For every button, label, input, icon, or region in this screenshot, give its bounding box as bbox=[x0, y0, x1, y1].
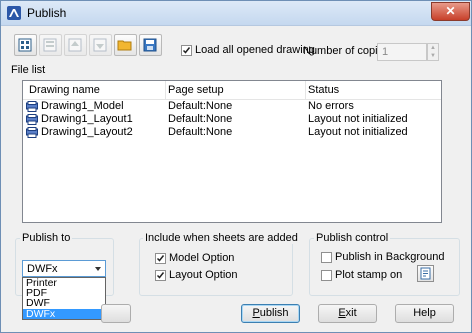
status-cell: No errors bbox=[308, 100, 354, 112]
add-sheets-icon bbox=[18, 38, 32, 52]
layout-option-checkbox[interactable] bbox=[155, 270, 166, 281]
include-options-group bbox=[139, 238, 293, 296]
load-all-checkbox[interactable] bbox=[181, 45, 192, 56]
title-bar[interactable]: Publish ✕ bbox=[1, 1, 471, 26]
spin-down-icon[interactable]: ▼ bbox=[428, 52, 438, 60]
plot-stamp-label: Plot stamp on bbox=[335, 269, 403, 281]
publish-button[interactable]: Publish bbox=[241, 304, 300, 323]
load-all-label: Load all opened drawing bbox=[195, 44, 315, 56]
publish-control-group bbox=[309, 238, 460, 296]
file-list-title: File list bbox=[11, 64, 46, 76]
status-cell: Layout not initialized bbox=[308, 113, 408, 125]
table-row[interactable]: Drawing1_Layout1 Default:None Layout not… bbox=[23, 113, 441, 126]
stamp-settings-icon bbox=[420, 267, 431, 280]
option-dwf[interactable]: DWF bbox=[23, 298, 105, 309]
publish-to-title: Publish to bbox=[20, 232, 73, 244]
option-dwfx[interactable]: DWFx bbox=[23, 309, 105, 319]
publish-mnemonic: P bbox=[252, 307, 260, 319]
publish-to-dropdown-list[interactable]: Printer PDF DWF DWFx bbox=[22, 277, 106, 320]
page-setup-cell: Default:None bbox=[168, 126, 233, 138]
plot-stamp-settings-button[interactable] bbox=[417, 265, 434, 282]
model-option-label: Model Option bbox=[169, 252, 235, 264]
save-list-icon bbox=[143, 38, 157, 52]
save-list-button[interactable] bbox=[139, 34, 162, 56]
publish-label-rest: ublish bbox=[259, 307, 289, 319]
drawing-name-cell: Drawing1_Layout2 bbox=[41, 126, 133, 138]
spin-up-icon[interactable]: ▲ bbox=[428, 44, 438, 52]
checkmark-icon bbox=[182, 47, 191, 54]
move-down-button[interactable] bbox=[89, 34, 112, 56]
exit-label-rest: xit bbox=[345, 307, 357, 319]
copies-input[interactable]: 1 bbox=[377, 43, 427, 61]
close-button[interactable]: ✕ bbox=[431, 2, 470, 21]
drawing-name-cell: Drawing1_Layout1 bbox=[41, 113, 133, 125]
include-options-title: Include when sheets are added bbox=[143, 232, 300, 244]
open-list-button[interactable] bbox=[114, 34, 137, 56]
column-divider[interactable] bbox=[165, 81, 166, 99]
layout-option-label: Layout Option bbox=[169, 269, 238, 281]
exit-mnemonic: E bbox=[338, 307, 346, 319]
chevron-down-icon[interactable] bbox=[95, 267, 101, 271]
drawing-name-cell: Drawing1_Model bbox=[41, 100, 124, 112]
add-sheets-button[interactable] bbox=[14, 34, 37, 56]
help-button[interactable]: Help bbox=[395, 304, 454, 323]
remove-sheets-icon bbox=[43, 38, 57, 52]
open-folder-icon bbox=[117, 40, 132, 51]
list-header: Drawing name Page setup Status bbox=[23, 81, 441, 100]
publish-to-select[interactable]: DWFx bbox=[22, 260, 106, 277]
page-setup-cell: Default:None bbox=[168, 100, 233, 112]
column-header-status[interactable]: Status bbox=[308, 84, 339, 96]
page-setup-cell: Default:None bbox=[168, 113, 233, 125]
publish-control-title: Publish control bbox=[314, 232, 391, 244]
copies-spinner[interactable]: ▲ ▼ bbox=[427, 43, 439, 61]
plot-stamp-checkbox[interactable] bbox=[321, 270, 332, 281]
checkmark-icon bbox=[156, 255, 165, 262]
column-divider[interactable] bbox=[305, 81, 306, 99]
close-icon: ✕ bbox=[445, 4, 456, 18]
status-cell: Layout not initialized bbox=[308, 126, 408, 138]
drawing-sheet-icon bbox=[26, 114, 38, 125]
publish-to-value: DWFx bbox=[27, 263, 58, 275]
checkmark-icon bbox=[156, 272, 165, 279]
drawing-sheet-icon bbox=[26, 101, 38, 112]
publish-dialog: Publish ✕ Load all opened drawing Number… bbox=[0, 0, 472, 333]
table-row[interactable]: Drawing1_Model Default:None No errors bbox=[23, 100, 441, 113]
window-title: Publish bbox=[27, 6, 67, 20]
move-up-icon bbox=[68, 38, 82, 52]
drawing-sheet-icon bbox=[26, 127, 38, 138]
exit-button[interactable]: Exit bbox=[318, 304, 377, 323]
move-up-button[interactable] bbox=[64, 34, 87, 56]
file-list[interactable]: Drawing name Page setup Status Drawing1_… bbox=[22, 80, 442, 223]
model-option-checkbox[interactable] bbox=[155, 253, 166, 264]
app-icon bbox=[7, 6, 21, 20]
partial-hidden-button[interactable] bbox=[101, 304, 131, 323]
table-row[interactable]: Drawing1_Layout2 Default:None Layout not… bbox=[23, 126, 441, 139]
publish-background-checkbox[interactable] bbox=[321, 252, 332, 263]
column-header-page-setup[interactable]: Page setup bbox=[168, 84, 224, 96]
remove-sheets-button[interactable] bbox=[39, 34, 62, 56]
publish-background-label: Publish in Background bbox=[335, 251, 445, 263]
move-down-icon bbox=[93, 38, 107, 52]
column-header-drawing-name[interactable]: Drawing name bbox=[29, 84, 100, 96]
